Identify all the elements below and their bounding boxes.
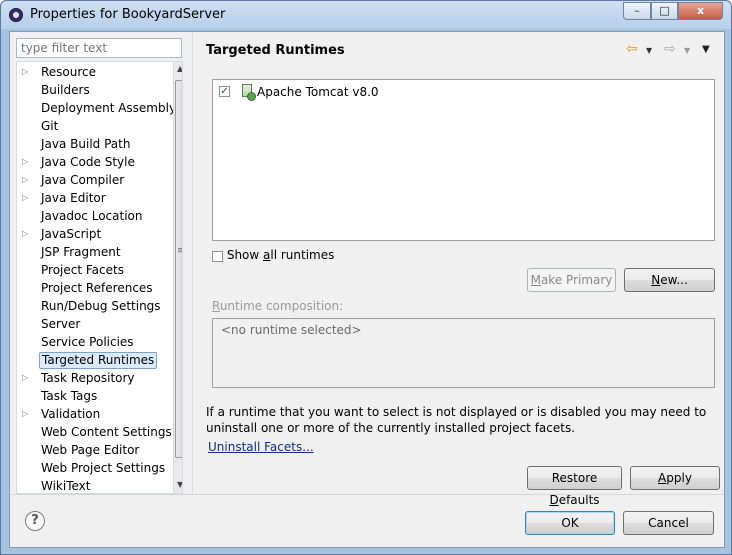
tree-item[interactable]: JSP Fragment <box>17 243 171 261</box>
back-arrow-icon[interactable]: ⇦ <box>626 41 638 57</box>
tree-item-label: Server <box>41 317 81 331</box>
tree-item-label: Web Project Settings <box>41 461 166 475</box>
tree-item[interactable]: ▷ Task Repository <box>17 369 171 387</box>
properties-window: Properties for BookyardServer – □ x Wiki… <box>0 0 732 555</box>
ok-button[interactable]: OK <box>525 511 615 535</box>
new-runtime-button[interactable]: New... <box>624 268 715 292</box>
tree-item[interactable]: Java Build Path <box>17 135 171 153</box>
tree-item[interactable]: ▷ JavaScript <box>17 225 171 243</box>
show-all-runtimes[interactable]: Show all runtimes <box>212 247 334 263</box>
tree-item[interactable]: ▷ Resource <box>17 63 171 81</box>
tree-item-label: Project References <box>41 281 153 295</box>
tree-item[interactable]: Targeted Runtimes <box>17 351 171 369</box>
tree-item[interactable]: ▷ Validation <box>17 405 171 423</box>
tree-item[interactable]: Task Tags <box>17 387 171 405</box>
minimize-button[interactable]: – <box>623 2 651 20</box>
expand-arrow-icon[interactable]: ▷ <box>22 189 28 207</box>
tree-item-label: JavaScript <box>41 227 102 241</box>
expand-arrow-icon[interactable]: ▷ <box>22 171 28 189</box>
expand-arrow-icon[interactable]: ▷ <box>22 369 28 387</box>
forward-arrow-icon[interactable]: ⇨ <box>664 41 676 57</box>
tree-item-label: Java Code Style <box>41 155 135 169</box>
tree-item-label: Web Content Settings <box>41 425 172 439</box>
expand-arrow-icon[interactable]: ▷ <box>22 63 28 81</box>
back-dropdown-icon[interactable]: ▼ <box>646 46 652 55</box>
tree-item-label: Task Tags <box>41 389 98 403</box>
tree-item-label: Run/Debug Settings <box>41 299 161 313</box>
restore-defaults-button[interactable]: Restore Defaults <box>527 466 622 507</box>
tree-item[interactable]: Web Project Settings <box>17 459 171 477</box>
expand-arrow-icon[interactable]: ▷ <box>22 225 28 243</box>
tree-item[interactable]: Server <box>17 315 171 333</box>
scroll-up-icon[interactable]: ▲ <box>177 64 182 73</box>
tree-item[interactable]: ▷ Java Compiler <box>17 171 171 189</box>
tree-item[interactable]: WikiText <box>17 477 171 493</box>
help-icon[interactable]: ? <box>25 511 45 531</box>
runtime-checkbox[interactable]: ✓ <box>219 86 230 97</box>
tree-item[interactable]: Run/Debug Settings <box>17 297 171 315</box>
show-all-label: Show all runtimes <box>226 248 335 262</box>
view-menu-icon[interactable]: ▼ <box>702 44 710 55</box>
tree-item[interactable]: Project Facets <box>17 261 171 279</box>
runtime-composition-box: <no runtime selected> <box>212 318 715 388</box>
tree-item[interactable]: Javadoc Location <box>17 207 171 225</box>
make-primary-button[interactable]: Make Primary <box>527 268 616 292</box>
tree-item-label: Service Policies <box>41 335 134 349</box>
runtime-composition-label: Runtime composition: <box>212 299 344 313</box>
show-all-checkbox[interactable] <box>212 251 223 262</box>
tree-item[interactable]: ▷ Java Code Style <box>17 153 171 171</box>
runtimes-list: ✓ Apache Tomcat v8.0 <box>212 79 715 241</box>
tree-item[interactable]: Project References <box>17 279 171 297</box>
pane-divider[interactable] <box>192 32 193 494</box>
tree-item-label: Git <box>41 119 59 133</box>
scroll-thumb[interactable] <box>175 80 182 458</box>
apply-button[interactable]: Apply <box>630 466 720 490</box>
expand-arrow-icon[interactable]: ▷ <box>22 153 28 171</box>
no-runtime-text: <no runtime selected> <box>221 323 362 337</box>
tree-item[interactable]: Git <box>17 117 171 135</box>
tree-item-label: Java Editor <box>41 191 106 205</box>
info-text: If a runtime that you want to select is … <box>206 405 707 435</box>
tree-item[interactable]: Web Content Settings <box>17 423 172 441</box>
grip-icon: ≡ <box>177 246 182 256</box>
tree-item-label: WikiText <box>41 479 91 493</box>
expand-arrow-icon[interactable]: ▷ <box>22 405 28 423</box>
tree-item-label: Resource <box>41 65 97 79</box>
tree-item-label: Java Build Path <box>41 137 131 151</box>
title-bar[interactable]: Properties for BookyardServer – □ x <box>1 1 731 29</box>
tree-item-label: Validation <box>41 407 101 421</box>
tree-item-label: Web Page Editor <box>41 443 140 457</box>
forward-dropdown-icon[interactable]: ▼ <box>684 46 690 55</box>
tree-item-label: Builders <box>41 83 90 97</box>
cancel-button[interactable]: Cancel <box>623 511 714 535</box>
filter-input[interactable] <box>16 38 182 58</box>
server-runtime-icon <box>242 84 256 101</box>
property-page-tree: WikiText Web Project Settings Web Page Edi… <box>16 61 183 494</box>
tree-item-label: Deployment Assembly <box>41 101 177 115</box>
uninstall-facets-link[interactable]: Uninstall Facets... <box>208 440 314 454</box>
tree-item[interactable]: Deployment Assembly <box>17 99 176 117</box>
tree-item-label: Java Compiler <box>41 173 125 187</box>
tree-item[interactable]: Builders <box>17 81 171 99</box>
tree-item[interactable]: Web Page Editor <box>17 441 171 459</box>
tree-item[interactable]: Service Policies <box>17 333 171 351</box>
tree-item-label: JSP Fragment <box>41 245 121 259</box>
page-title: Targeted Runtimes <box>206 43 345 58</box>
dialog-client: WikiText Web Project Settings Web Page Edi… <box>9 31 725 548</box>
eclipse-icon <box>9 8 23 22</box>
scroll-down-icon[interactable]: ▼ <box>177 480 182 489</box>
tree-scrollbar[interactable]: ▲ ≡ ▼ <box>173 62 182 493</box>
maximize-button[interactable]: □ <box>651 2 678 20</box>
tree-item-label: Project Facets <box>41 263 124 277</box>
tree-item-label: Targeted Runtimes <box>39 352 158 369</box>
tree-item-label: Task Repository <box>41 371 135 385</box>
window-title: Properties for BookyardServer <box>30 7 226 22</box>
close-button[interactable]: x <box>678 2 723 20</box>
tree-item-label: Javadoc Location <box>41 209 143 223</box>
tree-item[interactable]: ▷ Java Editor <box>17 189 171 207</box>
footer-separator <box>10 494 724 495</box>
runtime-label: Apache Tomcat v8.0 <box>257 85 379 99</box>
